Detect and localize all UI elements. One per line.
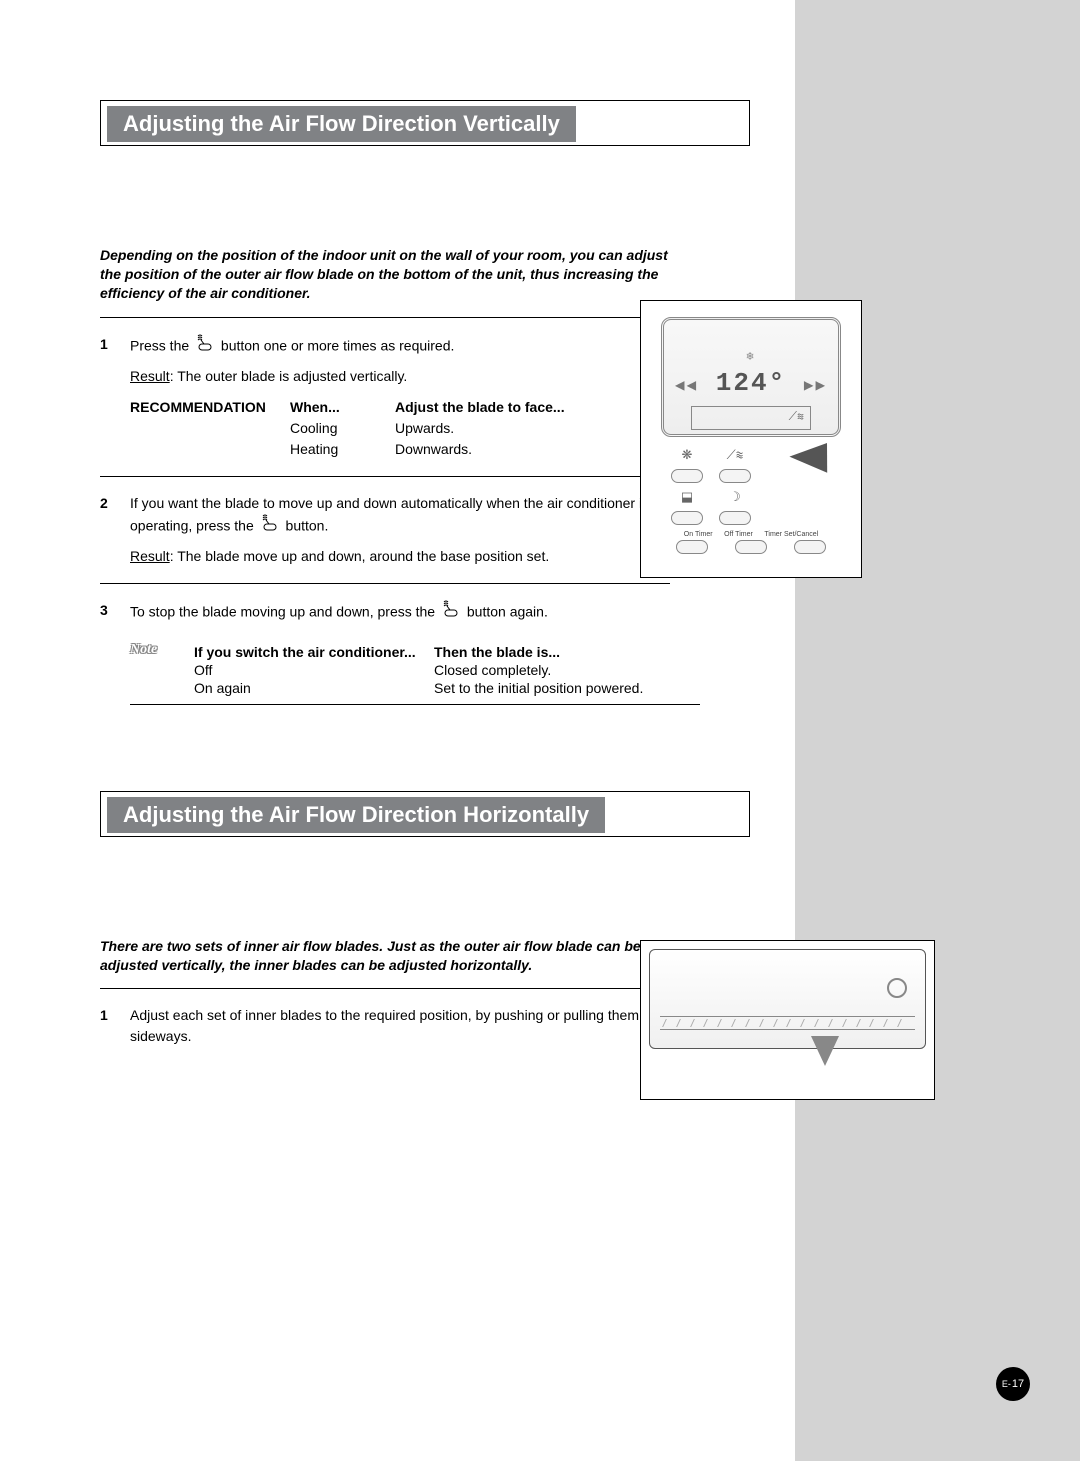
swing-icon	[439, 598, 463, 624]
page-prefix: E-	[1002, 1379, 1011, 1389]
section-title-2: Adjusting the Air Flow Direction Horizon…	[107, 797, 605, 833]
divider	[100, 476, 670, 477]
section-title-1: Adjusting the Air Flow Direction Vertica…	[107, 106, 576, 142]
turbo-icon: ⬓	[671, 489, 703, 505]
step-number: 1	[100, 334, 114, 460]
swing-icon: ⟋≋	[719, 447, 751, 463]
note-cell: Off	[194, 662, 434, 678]
intro-text-2: There are two sets of inner air flow bla…	[100, 937, 670, 975]
ac-logo-circle	[887, 978, 907, 998]
rec-cell: Heating	[290, 439, 395, 460]
step-text: If you want the blade to move up and dow…	[130, 495, 649, 534]
divider	[100, 317, 670, 318]
ac-vent	[660, 1016, 915, 1030]
sidebar-background	[795, 0, 1080, 1461]
horizontal-step-1: 1 Adjust each set of inner blades to the…	[100, 995, 670, 1057]
note-cell: On again	[194, 680, 434, 696]
page-number-badge: E-17	[996, 1367, 1030, 1401]
note-cell: Closed completely.	[434, 662, 700, 678]
section-title-box: Adjusting the Air Flow Direction Vertica…	[100, 100, 750, 146]
remote-label: Timer Set/Cancel	[764, 531, 818, 538]
ac-unit	[649, 949, 926, 1049]
divider	[100, 583, 670, 584]
rec-header-1: RECOMMENDATION	[130, 397, 290, 418]
rec-header-3: Adjust the blade to face...	[395, 397, 670, 418]
step-text: Adjust each set of inner blades to the r…	[130, 1005, 670, 1047]
snowflake-icon	[746, 338, 755, 368]
fan-icon: ❋	[671, 447, 703, 463]
swing-icon	[258, 512, 282, 538]
step-3: 3 To stop the blade moving up and down, …	[100, 590, 670, 636]
remote-label: On Timer	[684, 531, 713, 538]
note-block: Note If you switch the air conditioner..…	[130, 636, 700, 698]
page-number: 17	[1012, 1378, 1024, 1390]
remote-button	[719, 469, 751, 483]
note-header: Then the blade is...	[434, 644, 700, 660]
remote-button	[671, 469, 703, 483]
step-text: button.	[286, 517, 329, 533]
remote-temperature: 124°	[716, 368, 786, 398]
note-header: If you switch the air conditioner...	[194, 644, 434, 660]
rec-cell: Upwards.	[395, 418, 670, 439]
result-label: Result	[130, 548, 170, 564]
remote-screen: ◀◀ 124° ▶▶	[661, 317, 841, 437]
step-number: 3	[100, 600, 114, 626]
step-1: 1 Press the button one or more times as …	[100, 324, 670, 470]
intro-text-1: Depending on the position of the indoor …	[100, 246, 670, 303]
note-cell: Set to the initial position powered.	[434, 680, 700, 696]
step-number: 2	[100, 493, 114, 567]
remote-indicator-box	[691, 406, 811, 430]
remote-button	[735, 540, 767, 554]
remote-label: Off Timer	[724, 531, 753, 538]
arrow-left-icon: ◀◀	[675, 375, 698, 395]
step-text: To stop the blade moving up and down, pr…	[130, 603, 439, 619]
divider	[130, 704, 700, 705]
section-title-box: Adjusting the Air Flow Direction Horizon…	[100, 791, 750, 837]
remote-button	[676, 540, 708, 554]
remote-button	[671, 511, 703, 525]
rec-header-2: When...	[290, 397, 395, 418]
step-text: Press the	[130, 337, 193, 353]
ac-unit-illustration	[640, 940, 935, 1100]
remote-button	[794, 540, 826, 554]
remote-illustration: ◀◀ 124° ▶▶ ❋ ⟋≋ ⬓ ☽ On Timer Off Timer T…	[640, 300, 862, 578]
swing-icon	[193, 332, 217, 358]
result-text: : The outer blade is adjusted vertically…	[170, 368, 408, 384]
step-text: button one or more times as required.	[221, 337, 454, 353]
divider	[100, 988, 670, 989]
result-label: Result	[130, 368, 170, 384]
pointer-arrow-icon	[811, 1036, 839, 1066]
recommendation-table: RECOMMENDATION When... Adjust the blade …	[130, 397, 670, 460]
step-text: button again.	[467, 603, 548, 619]
sleep-icon: ☽	[719, 489, 751, 505]
step-number: 1	[100, 1005, 114, 1047]
rec-cell: Downwards.	[395, 439, 670, 460]
rec-cell: Cooling	[290, 418, 395, 439]
note-label: Note	[130, 642, 180, 696]
arrow-right-icon: ▶▶	[804, 375, 827, 395]
result-text: : The blade move up and down, around the…	[170, 548, 550, 564]
remote-button	[719, 511, 751, 525]
step-2: 2 If you want the blade to move up and d…	[100, 483, 670, 577]
